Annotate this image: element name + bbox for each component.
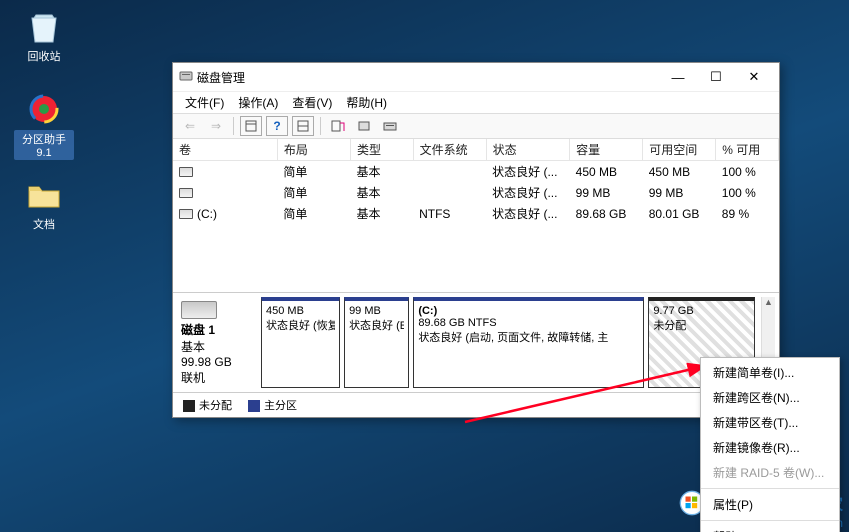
toolbar-btn-help[interactable]: ? [266, 116, 288, 136]
close-button[interactable]: ✕ [735, 66, 773, 88]
desktop-icon-label: 文档 [14, 216, 74, 232]
disk-status: 联机 [181, 369, 251, 386]
toolbar-btn-1[interactable] [240, 116, 262, 136]
desktop-icon-partition-assistant[interactable]: 分区助手 9.1 [14, 90, 74, 160]
table-row[interactable]: 简单基本状态良好 (...99 MB99 MB100 % [173, 182, 779, 203]
legend: 未分配 主分区 [173, 393, 779, 417]
toolbar: ⇐ ⇒ ? [173, 113, 779, 139]
context-menu-item[interactable]: 新建带区卷(T)... [701, 410, 839, 435]
context-menu-item[interactable]: 新建简单卷(I)... [701, 360, 839, 385]
scroll-up-icon[interactable]: ▲ [764, 297, 773, 307]
disk-size: 99.98 GB [181, 355, 251, 369]
desktop-icon-documents[interactable]: 文档 [14, 176, 74, 232]
partition-primary[interactable]: 99 MB状态良好 (EFI [344, 297, 409, 388]
titlebar[interactable]: 磁盘管理 — ☐ ✕ [173, 63, 779, 91]
partition-primary[interactable]: 450 MB状态良好 (恢复分区 [261, 297, 340, 388]
disk-info[interactable]: 磁盘 1 基本 99.98 GB 联机 [177, 297, 255, 388]
toolbar-btn-6[interactable] [379, 116, 401, 136]
menu-help[interactable]: 帮助(H) [346, 94, 387, 111]
context-menu-item[interactable]: 属性(P) [701, 492, 839, 517]
context-menu-item: 新建 RAID-5 卷(W)... [701, 460, 839, 485]
partitions-row: 450 MB状态良好 (恢复分区99 MB状态良好 (EFI(C:)89.68 … [261, 297, 755, 388]
col-capacity[interactable]: 容量 [570, 139, 643, 161]
toolbar-btn-4[interactable] [327, 116, 349, 136]
context-menu-item[interactable]: 新建镜像卷(R)... [701, 435, 839, 460]
col-type[interactable]: 类型 [350, 139, 413, 161]
disk-icon [181, 301, 217, 319]
toolbar-btn-3[interactable] [292, 116, 314, 136]
context-menu-item[interactable]: 新建跨区卷(N)... [701, 385, 839, 410]
menu-action[interactable]: 操作(A) [238, 94, 278, 111]
menubar: 文件(F) 操作(A) 查看(V) 帮助(H) [173, 91, 779, 113]
app-icon [179, 69, 193, 86]
table-row[interactable]: (C:)简单基本NTFS状态良好 (...89.68 GB80.01 GB89 … [173, 203, 779, 224]
menu-file[interactable]: 文件(F) [185, 94, 224, 111]
desktop-icon-recycle-bin[interactable]: 回收站 [14, 8, 74, 64]
recycle-bin-icon [25, 8, 63, 46]
legend-primary: 主分区 [248, 397, 297, 413]
desktop-icon-label: 分区助手 9.1 [14, 130, 74, 160]
col-layout[interactable]: 布局 [277, 139, 350, 161]
forward-button[interactable]: ⇒ [205, 116, 227, 136]
back-button[interactable]: ⇐ [179, 116, 201, 136]
disk-type: 基本 [181, 338, 251, 355]
partition-assistant-icon [25, 90, 63, 128]
graphical-view: 磁盘 1 基本 99.98 GB 联机 450 MB状态良好 (恢复分区99 M… [173, 293, 779, 393]
col-volume[interactable]: 卷 [173, 139, 277, 161]
context-menu-item[interactable]: 帮助(H) [701, 524, 839, 532]
menu-view[interactable]: 查看(V) [292, 94, 332, 111]
toolbar-btn-5[interactable] [353, 116, 375, 136]
disk-management-window: 磁盘管理 — ☐ ✕ 文件(F) 操作(A) 查看(V) 帮助(H) ⇐ ⇒ ? [172, 62, 780, 418]
col-filesystem[interactable]: 文件系统 [413, 139, 486, 161]
maximize-button[interactable]: ☐ [697, 66, 735, 88]
table-row[interactable]: 简单基本状态良好 (...450 MB450 MB100 % [173, 161, 779, 183]
legend-unallocated: 未分配 [183, 397, 232, 413]
col-free[interactable]: 可用空间 [643, 139, 716, 161]
window-title: 磁盘管理 [197, 69, 245, 86]
disk-label: 磁盘 1 [181, 321, 251, 338]
col-status[interactable]: 状态 [486, 139, 570, 161]
context-menu: 新建简单卷(I)...新建跨区卷(N)...新建带区卷(T)...新建镜像卷(R… [700, 357, 840, 532]
volume-table: 卷 布局 类型 文件系统 状态 容量 可用空间 % 可用 简单基本状态良好 (.… [173, 139, 779, 224]
volume-list[interactable]: 卷 布局 类型 文件系统 状态 容量 可用空间 % 可用 简单基本状态良好 (.… [173, 139, 779, 293]
partition-primary[interactable]: (C:)89.68 GB NTFS状态良好 (启动, 页面文件, 故障转储, 主 [413, 297, 644, 388]
folder-icon [25, 176, 63, 214]
minimize-button[interactable]: — [659, 66, 697, 88]
col-pct-free[interactable]: % 可用 [716, 139, 779, 161]
desktop-icon-label: 回收站 [14, 48, 74, 64]
